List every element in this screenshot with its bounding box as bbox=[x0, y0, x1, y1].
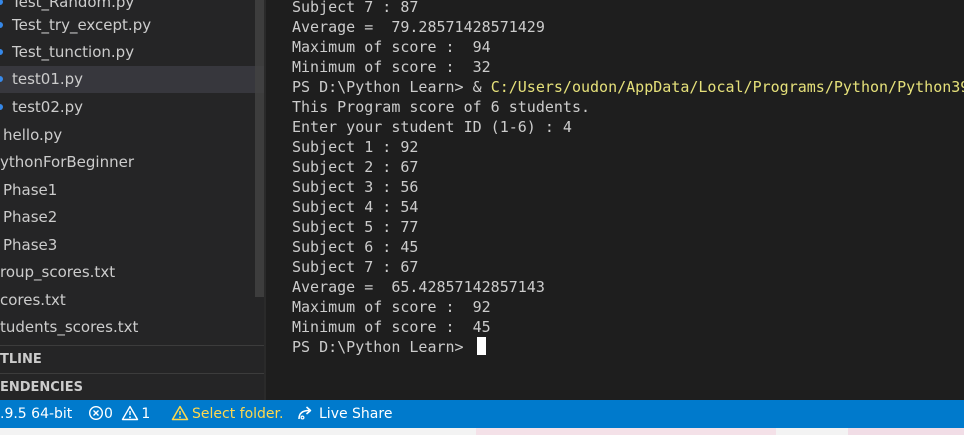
problems-status[interactable]: 0 1 bbox=[88, 400, 150, 428]
dependencies-section-header[interactable]: ENDENCIES bbox=[0, 373, 266, 400]
terminal-cursor bbox=[476, 337, 486, 355]
file-label: roup_scores.txt bbox=[0, 263, 116, 281]
file-label: cores.txt bbox=[0, 291, 66, 309]
folder-item-phase1[interactable]: Phase1 bbox=[0, 177, 266, 204]
status-bar: .9.5 64-bit 0 1 Select folder. Live Shar… bbox=[0, 400, 964, 428]
terminal-prompt-line: PS D:\Python Learn> & C:/Users/oudon/App… bbox=[292, 77, 964, 97]
select-folder-label: Select folder. bbox=[192, 406, 284, 422]
warning-count: 1 bbox=[141, 406, 151, 422]
modified-indicator-icon bbox=[0, 0, 3, 5]
terminal-line: Enter your student ID (1-6) : 4 bbox=[292, 118, 572, 136]
folder-label: Phase2 bbox=[3, 208, 58, 226]
terminal-prompt-line[interactable]: PS D:\Python Learn> bbox=[292, 337, 486, 357]
explorer-scrollbar[interactable] bbox=[255, 0, 264, 297]
terminal-line: Maximum of score : 92 bbox=[292, 298, 491, 316]
terminal-line: Minimum of score : 32 bbox=[292, 58, 491, 76]
terminal-command-path: C:/Users/oudon/AppData/Local/Programs/Py… bbox=[490, 78, 964, 96]
folder-item-pythonforbeginner[interactable]: ythonForBeginner bbox=[0, 149, 266, 176]
bottom-strip-accent bbox=[476, 428, 776, 435]
file-item-scores[interactable]: cores.txt bbox=[0, 287, 266, 314]
terminal-line: Subject 3 : 56 bbox=[292, 178, 419, 196]
live-share-button[interactable]: Live Share bbox=[297, 400, 392, 428]
terminal-panel[interactable]: Subject 7 : 87 Average = 79.285714285714… bbox=[266, 0, 964, 400]
bottom-strip-accent bbox=[848, 428, 964, 435]
bottom-window-strip bbox=[0, 428, 964, 435]
terminal-prompt: PS D:\Python Learn> & bbox=[292, 78, 491, 96]
folder-label: ythonForBeginner bbox=[0, 153, 135, 171]
file-item-group-scores[interactable]: roup_scores.txt bbox=[0, 259, 266, 286]
terminal-line: Subject 7 : 87 bbox=[292, 0, 419, 16]
live-share-label: Live Share bbox=[319, 406, 393, 422]
terminal-line: Subject 6 : 45 bbox=[292, 238, 419, 256]
warning-icon bbox=[122, 405, 139, 421]
modified-indicator-icon bbox=[0, 104, 3, 110]
terminal-line: Subject 4 : 54 bbox=[292, 198, 419, 216]
select-folder-status[interactable]: Select folder. bbox=[171, 400, 283, 428]
error-count: 0 bbox=[104, 406, 113, 422]
modified-indicator-icon bbox=[0, 49, 3, 55]
terminal-line: Average = 65.42857142857143 bbox=[292, 278, 545, 296]
file-item-test-try-except[interactable]: Test_try_except.py bbox=[0, 12, 266, 39]
folder-item-phase2[interactable]: Phase2 bbox=[0, 204, 266, 231]
folder-item-phase3[interactable]: Phase3 bbox=[0, 232, 266, 259]
file-label: test02.py bbox=[12, 98, 84, 116]
file-label: tudents_scores.txt bbox=[0, 318, 139, 336]
dependencies-label: ENDENCIES bbox=[0, 380, 83, 395]
terminal-line: Average = 79.28571428571429 bbox=[292, 18, 545, 36]
file-item-test02[interactable]: test02.py bbox=[0, 94, 266, 121]
terminal-line: Minimum of score : 45 bbox=[292, 318, 491, 336]
modified-indicator-icon bbox=[0, 76, 3, 82]
error-icon bbox=[88, 405, 104, 421]
terminal-line: Maximum of score : 94 bbox=[292, 38, 491, 56]
file-item-hello[interactable]: hello.py bbox=[0, 122, 266, 149]
modified-indicator-icon bbox=[0, 22, 3, 28]
file-item-test-tunction[interactable]: Test_tunction.py bbox=[0, 39, 266, 66]
file-label: hello.py bbox=[3, 126, 63, 144]
warning-icon bbox=[171, 405, 189, 421]
live-share-icon bbox=[298, 406, 312, 420]
terminal-line: Subject 5 : 77 bbox=[292, 218, 419, 236]
terminal-prompt: PS D:\Python Learn> bbox=[292, 338, 473, 356]
file-label: Test_try_except.py bbox=[12, 16, 152, 34]
outline-section-header[interactable]: TLINE bbox=[0, 345, 266, 373]
terminal-line: This Program score of 6 students. bbox=[292, 98, 591, 116]
explorer-sidebar: Test_Random.py Test_try_except.py Test_t… bbox=[0, 0, 266, 400]
terminal-line: Subject 7 : 67 bbox=[292, 258, 419, 276]
file-label: test01.py bbox=[12, 70, 84, 88]
terminal-line: Subject 1 : 92 bbox=[292, 138, 419, 156]
folder-label: Phase3 bbox=[3, 236, 58, 254]
file-item-students-scores[interactable]: tudents_scores.txt bbox=[0, 314, 266, 341]
file-item-test01[interactable]: test01.py bbox=[0, 66, 266, 93]
folder-label: Phase1 bbox=[3, 181, 58, 199]
file-label: Test_tunction.py bbox=[12, 43, 135, 61]
python-interpreter-status[interactable]: .9.5 64-bit bbox=[0, 400, 72, 428]
terminal-line: Subject 2 : 67 bbox=[292, 158, 419, 176]
outline-label: TLINE bbox=[0, 352, 42, 367]
